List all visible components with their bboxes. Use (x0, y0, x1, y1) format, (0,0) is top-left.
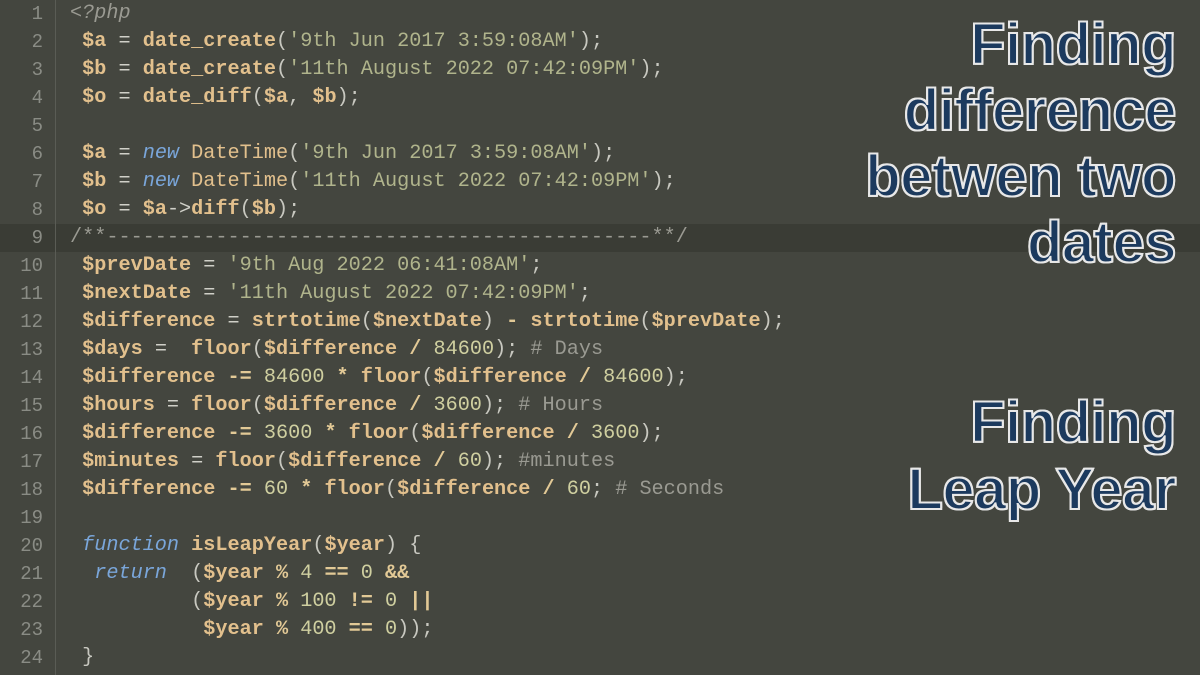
code-line: } (70, 644, 1200, 672)
code-line: $difference -= 3600 * floor($difference … (70, 420, 1200, 448)
code-line: <?php (70, 0, 1200, 28)
code-line: return ($year % 4 == 0 && (70, 560, 1200, 588)
line-number: 4 (0, 84, 55, 112)
line-number: 16 (0, 420, 55, 448)
code-area[interactable]: <?php $a = date_create('9th Jun 2017 3:5… (56, 0, 1200, 675)
code-line: $a = date_create('9th Jun 2017 3:59:08AM… (70, 28, 1200, 56)
line-number: 19 (0, 504, 55, 532)
line-number: 6 (0, 140, 55, 168)
line-number: 7 (0, 168, 55, 196)
line-number: 21 (0, 560, 55, 588)
line-number: 20 (0, 532, 55, 560)
line-number: 17 (0, 448, 55, 476)
line-number: 1 (0, 0, 55, 28)
code-line: ($year % 100 != 0 || (70, 588, 1200, 616)
code-line: $o = date_diff($a, $b); (70, 84, 1200, 112)
line-number: 3 (0, 56, 55, 84)
code-line (70, 504, 1200, 532)
code-line: $difference = strtotime($nextDate) - str… (70, 308, 1200, 336)
code-line: $nextDate = '11th August 2022 07:42:09PM… (70, 280, 1200, 308)
code-line: $minutes = floor($difference / 60); #min… (70, 448, 1200, 476)
line-number: 14 (0, 364, 55, 392)
line-number: 9 (0, 224, 55, 252)
line-number: 5 (0, 112, 55, 140)
code-line: $hours = floor($difference / 3600); # Ho… (70, 392, 1200, 420)
line-number: 2 (0, 28, 55, 56)
line-number: 23 (0, 616, 55, 644)
code-line: $prevDate = '9th Aug 2022 06:41:08AM'; (70, 252, 1200, 280)
line-number: 18 (0, 476, 55, 504)
line-number: 15 (0, 392, 55, 420)
code-line: $year % 400 == 0)); (70, 616, 1200, 644)
code-line: function isLeapYear($year) { (70, 532, 1200, 560)
line-number: 13 (0, 336, 55, 364)
line-number: 10 (0, 252, 55, 280)
line-number: 12 (0, 308, 55, 336)
line-number: 22 (0, 588, 55, 616)
code-editor: 1 2 3 4 5 6 7 8 9 10 11 12 13 14 15 16 1… (0, 0, 1200, 675)
code-line: $a = new DateTime('9th Jun 2017 3:59:08A… (70, 140, 1200, 168)
line-number: 24 (0, 644, 55, 672)
code-line: $o = $a->diff($b); (70, 196, 1200, 224)
code-line: /**-------------------------------------… (56, 224, 1200, 252)
code-line: $b = new DateTime('11th August 2022 07:4… (70, 168, 1200, 196)
line-number-gutter: 1 2 3 4 5 6 7 8 9 10 11 12 13 14 15 16 1… (0, 0, 56, 675)
code-line: $difference -= 84600 * floor($difference… (70, 364, 1200, 392)
code-line: $b = date_create('11th August 2022 07:42… (70, 56, 1200, 84)
code-line: $days = floor($difference / 84600); # Da… (70, 336, 1200, 364)
line-number: 11 (0, 280, 55, 308)
code-line: $difference -= 60 * floor($difference / … (70, 476, 1200, 504)
line-number: 8 (0, 196, 55, 224)
code-line (70, 112, 1200, 140)
